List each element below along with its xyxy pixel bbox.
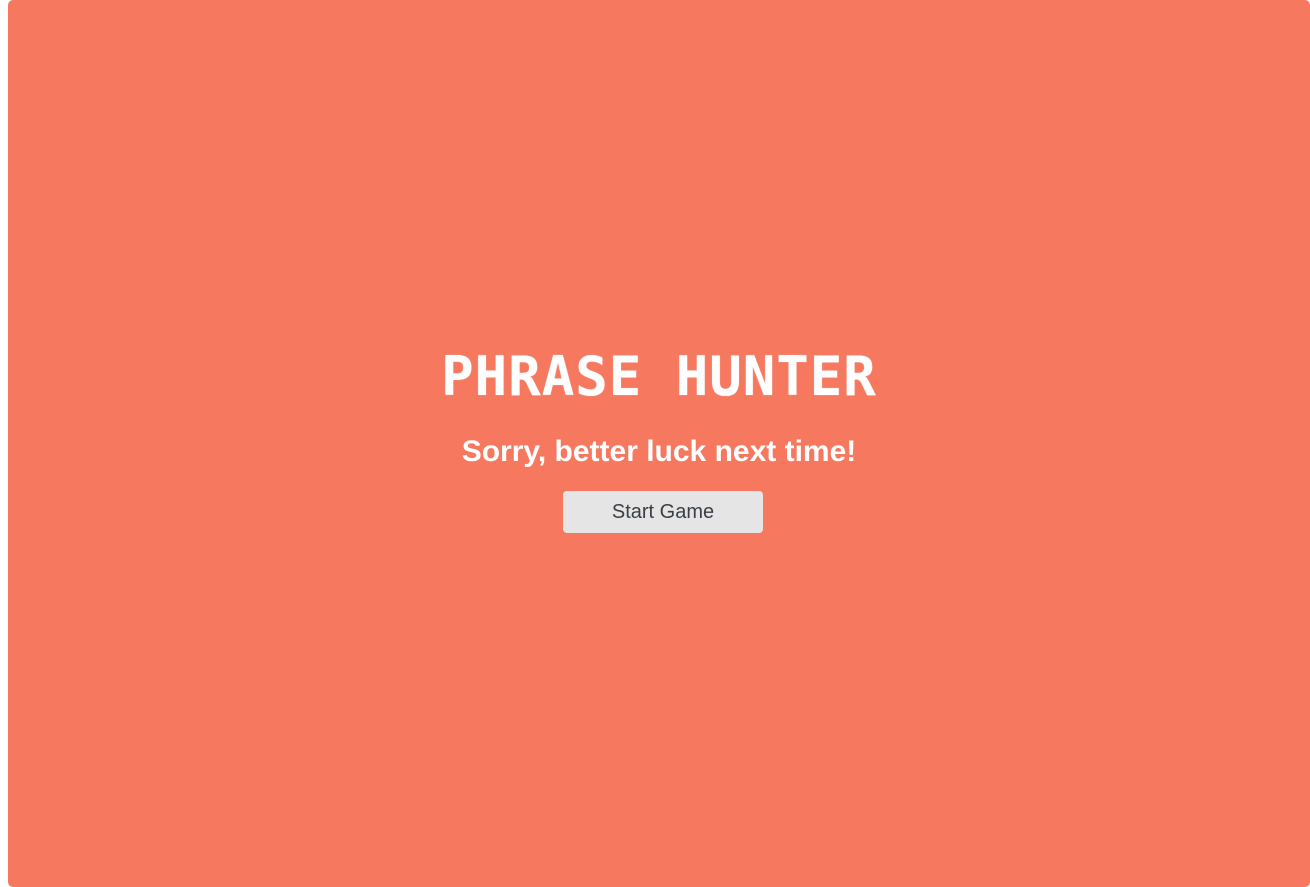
game-over-message: Sorry, better luck next time! [461,435,857,468]
start-game-button[interactable]: Start Game [563,491,763,533]
game-title: PHRASE HUNTER [441,345,877,408]
game-overlay: PHRASE HUNTER Sorry, better luck next ti… [8,0,1310,887]
